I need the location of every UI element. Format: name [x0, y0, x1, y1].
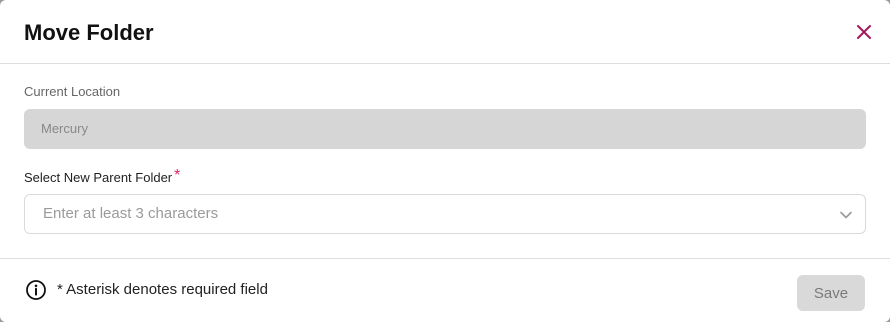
required-marker: *	[174, 167, 181, 184]
info-icon	[26, 280, 46, 300]
move-folder-dialog: Move Folder Current Location Mercury Sel…	[0, 0, 890, 322]
parent-folder-select[interactable]: Enter at least 3 characters	[24, 194, 866, 234]
dialog-title: Move Folder	[24, 20, 154, 45]
required-field-note: * Asterisk denotes required field	[57, 281, 268, 298]
dialog-footer: * Asterisk denotes required field Save	[0, 259, 890, 322]
dialog-header: Move Folder	[0, 0, 890, 64]
dialog-body: Current Location Mercury Select New Pare…	[0, 64, 890, 259]
new-parent-folder-label: Select New Parent Folder *	[24, 167, 181, 187]
current-location-label: Current Location	[24, 84, 121, 99]
current-location-field: Mercury	[24, 109, 866, 149]
chevron-down-icon	[840, 211, 852, 219]
save-button[interactable]: Save	[797, 275, 865, 311]
parent-folder-select-placeholder: Enter at least 3 characters	[43, 205, 219, 222]
new-parent-folder-label-text: Select New Parent Folder	[24, 170, 173, 185]
close-button[interactable]	[852, 20, 876, 44]
close-icon	[857, 25, 871, 39]
